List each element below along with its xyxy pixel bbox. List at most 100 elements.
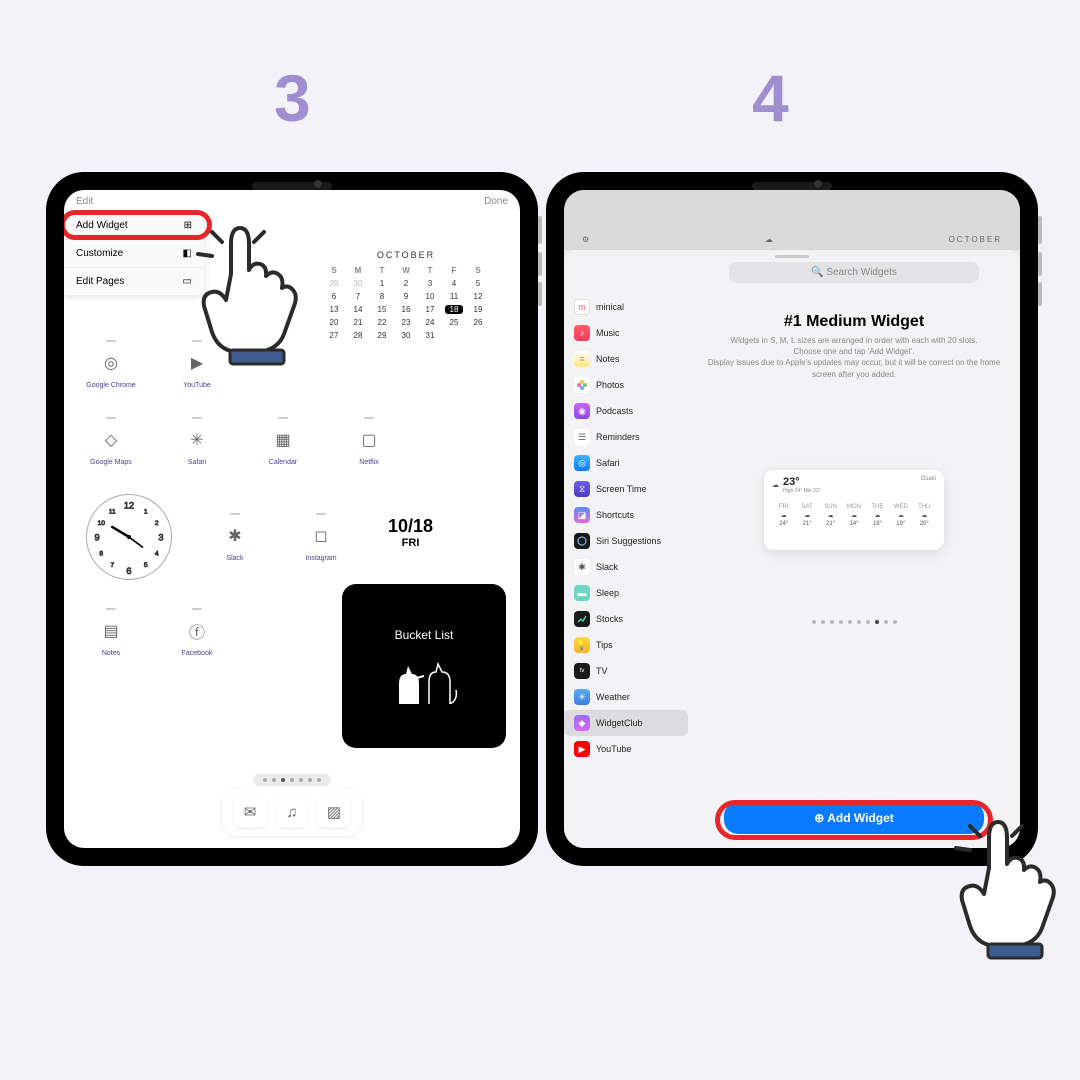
gear-icon: ⚙ — [582, 235, 591, 244]
dock-music-icon[interactable]: ♫ — [276, 796, 308, 828]
svg-text:2: 2 — [155, 520, 159, 527]
dock-photos-icon[interactable]: ▨ — [318, 796, 350, 828]
list-item-screentime[interactable]: ⧖Screen Time — [564, 476, 688, 502]
date-widget: 10/18 FRI — [388, 516, 433, 549]
menu-edit-pages[interactable]: Edit Pages ▭ — [64, 268, 204, 295]
side-button — [538, 282, 542, 306]
svg-text:1: 1 — [144, 508, 148, 515]
svg-text:5: 5 — [144, 562, 148, 569]
pin-icon: ◇ — [96, 425, 126, 455]
app-calendar[interactable]: ▦Calendar — [258, 417, 308, 466]
svg-text:7: 7 — [110, 562, 114, 569]
plus-icon: ⊕ — [814, 811, 824, 825]
calendar-icon: ▦ — [268, 425, 298, 455]
list-item-weather[interactable]: ☀Weather — [564, 684, 688, 710]
side-button — [538, 216, 542, 244]
app-netflix[interactable]: ▢Netflix — [344, 417, 394, 466]
customize-icon: ◧ — [183, 248, 192, 259]
list-item-reminders[interactable]: ☰Reminders — [564, 424, 688, 450]
svg-text:10: 10 — [98, 520, 106, 527]
list-item-minical[interactable]: mminical — [564, 294, 688, 320]
list-item-music[interactable]: ♪Music — [564, 320, 688, 346]
svg-text:6: 6 — [126, 566, 131, 576]
widget-picker-sheet: mminical ♪Music ≡Notes Photos ◉Podcasts … — [564, 250, 1020, 848]
list-item-shortcuts[interactable]: ◪Shortcuts — [564, 502, 688, 528]
search-widgets-input[interactable]: 🔍 Search Widgets — [729, 262, 979, 283]
edit-label: Edit — [76, 196, 93, 207]
page-indicator[interactable] — [253, 774, 331, 786]
sheet-grabber[interactable] — [775, 255, 809, 258]
side-button — [1038, 252, 1042, 276]
compass-icon: ✳ — [182, 425, 212, 455]
youtube-icon: ▶ — [182, 348, 212, 378]
notes-icon: ▤ — [96, 616, 126, 646]
menu-customize[interactable]: Customize ◧ — [64, 240, 204, 268]
widget-preview-weather[interactable]: ☁ 23° High 24° Min 23° Osaki FRI☁24°SAT☁… — [764, 470, 944, 550]
screen-3: Edit Done OCTOBER SMTWTFS293012345678910… — [64, 190, 520, 848]
list-item-notes[interactable]: ≡Notes — [564, 346, 688, 372]
app-safari[interactable]: ✳Safari — [172, 417, 222, 466]
search-icon: 🔍 — [811, 267, 823, 278]
list-item-siri[interactable]: Siri Suggestions — [564, 528, 688, 554]
widget-app-list[interactable]: mminical ♪Music ≡Notes Photos ◉Podcasts … — [564, 250, 688, 848]
slack-icon: ✱ — [220, 521, 250, 551]
instagram-icon: ◻ — [306, 521, 336, 551]
app-notes[interactable]: ▤Notes — [86, 608, 136, 657]
side-button — [1038, 216, 1042, 244]
svg-text:4: 4 — [155, 550, 159, 557]
calendar-widget: OCTOBER SMTWTFS2930123456789101112131415… — [306, 210, 506, 340]
list-item-slack[interactable]: ✱Slack — [564, 554, 688, 580]
dimmed-background: ⚙ ☁ OCTOBER — [564, 190, 1020, 250]
menu-customize-label: Customize — [76, 248, 123, 259]
screen-4: ⚙ ☁ OCTOBER mminical ♪Music ≡Notes Photo… — [564, 190, 1020, 848]
tv-icon: ▢ — [354, 425, 384, 455]
bucket-list-title: Bucket List — [395, 628, 454, 642]
svg-text:9: 9 — [95, 532, 100, 542]
weather-forecast-row: FRI☁24°SAT☁21°SUN☁21°MON☁14°TUE☁18°WED☁1… — [772, 504, 936, 527]
calendar-grid: SMTWTFS293012345678910111213141516171819… — [325, 266, 487, 340]
list-item-safari[interactable]: ◎Safari — [564, 450, 688, 476]
dock-mail-icon[interactable]: ✉ — [234, 796, 266, 828]
app-slack[interactable]: ✱Slack — [210, 513, 260, 562]
pages-icon: ▭ — [183, 276, 192, 287]
menu-add-widget-label: Add Widget — [76, 220, 128, 231]
cats-illustration — [384, 654, 464, 704]
clock-widget: 12 3 6 9 1 2 4 5 7 8 10 — [86, 494, 172, 580]
done-button[interactable]: Done — [484, 196, 508, 207]
app-chrome[interactable]: ◎Google Chrome — [86, 340, 136, 389]
svg-text:8: 8 — [99, 550, 103, 557]
dock: ✉ ♫ ▨ — [222, 788, 362, 836]
app-facebook[interactable]: ⓕFacebook — [172, 608, 222, 657]
cloud-icon: ☁ — [765, 235, 775, 244]
svg-text:3: 3 — [158, 532, 163, 542]
edit-menu-popup: Add Widget ⊞ Customize ◧ Edit Pages ▭ — [64, 212, 204, 295]
ipad-device-3: Edit Done OCTOBER SMTWTFS293012345678910… — [46, 172, 538, 866]
list-item-podcasts[interactable]: ◉Podcasts — [564, 398, 688, 424]
ipad-device-4: ⚙ ☁ OCTOBER mminical ♪Music ≡Notes Photo… — [546, 172, 1038, 866]
add-widget-button[interactable]: ⊕ Add Widget — [724, 802, 984, 834]
side-button — [1038, 282, 1042, 306]
list-item-sleep[interactable]: ▬Sleep — [564, 580, 688, 606]
app-maps[interactable]: ◇Google Maps — [86, 417, 136, 466]
chrome-icon: ◎ — [96, 348, 126, 378]
menu-edit-pages-label: Edit Pages — [76, 276, 124, 287]
widget-page-indicator[interactable] — [812, 620, 897, 624]
widget-description: Widgets in S, M, L sizes are arranged in… — [688, 335, 1020, 380]
menu-add-widget[interactable]: Add Widget ⊞ — [64, 212, 204, 240]
list-item-widgetclub[interactable]: ◆WidgetClub — [564, 710, 688, 736]
list-item-stocks[interactable]: Stocks — [564, 606, 688, 632]
widget-title: #1 Medium Widget — [784, 313, 924, 331]
calendar-month: OCTOBER — [306, 250, 506, 260]
list-item-tips[interactable]: 💡Tips — [564, 632, 688, 658]
step-number-3: 3 — [274, 60, 311, 136]
app-instagram[interactable]: ◻Instagram — [296, 513, 346, 562]
facebook-icon: ⓕ — [182, 616, 212, 646]
bucket-list-widget[interactable]: Bucket List — [342, 584, 506, 748]
list-item-photos[interactable]: Photos — [564, 372, 688, 398]
month-label: OCTOBER — [949, 235, 1002, 244]
side-button — [538, 252, 542, 276]
app-youtube[interactable]: ▶YouTube — [172, 340, 222, 389]
list-item-youtube[interactable]: ▶YouTube — [564, 736, 688, 762]
list-item-tv[interactable]: tvTV — [564, 658, 688, 684]
svg-text:11: 11 — [109, 508, 116, 515]
